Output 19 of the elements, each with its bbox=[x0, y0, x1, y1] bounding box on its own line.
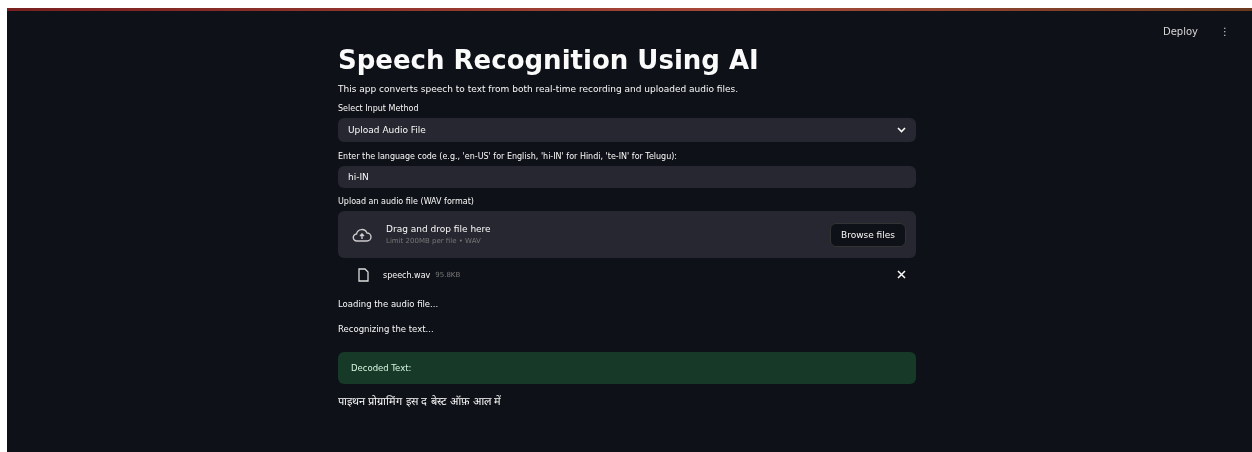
result-label: Decoded Text: bbox=[351, 363, 412, 373]
input-method-select[interactable]: Upload Audio File bbox=[338, 118, 916, 142]
dropzone-title: Drag and drop file here bbox=[386, 224, 492, 234]
status-message: Recognizing the text... bbox=[338, 324, 435, 334]
language-field[interactable]: hi-IN bbox=[338, 166, 916, 188]
chevron-down-icon bbox=[897, 127, 906, 133]
field-label: Select Input Method bbox=[338, 104, 420, 113]
page-title: Speech Recognition Using AI bbox=[338, 45, 760, 75]
field-label: Upload an audio file (WAV format) bbox=[338, 197, 475, 206]
field-label: Enter the language code (e.g., 'en-US' for English, 'hi-IN' for Hindi, 'te-IN' for Telugu): bbox=[338, 152, 679, 161]
status-message: Loading the audio file... bbox=[338, 299, 440, 309]
decoded-text: पाइथन प्रोग्रामिंग इस द बेस्ट ऑफ़ आल में bbox=[338, 394, 503, 408]
file-icon bbox=[358, 268, 369, 282]
description: This app converts speech to text from both real-time recording and uploaded audio files. bbox=[338, 84, 740, 94]
browse-files-button[interactable]: Browse files bbox=[829, 222, 906, 247]
menu-button[interactable]: ⋮ bbox=[1220, 25, 1230, 37]
cloud-upload-icon bbox=[352, 227, 372, 242]
deploy-button[interactable]: Deploy bbox=[1163, 25, 1198, 37]
file-name: speech.wav bbox=[383, 270, 431, 280]
